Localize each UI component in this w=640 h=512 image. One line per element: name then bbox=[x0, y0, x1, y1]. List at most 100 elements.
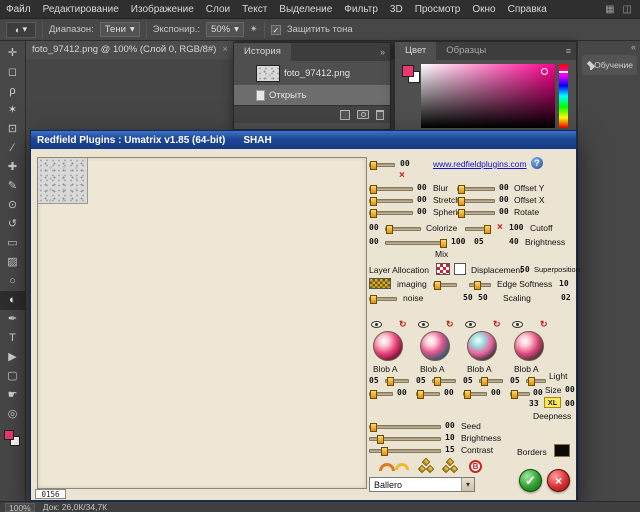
menu-window[interactable]: Окно bbox=[466, 0, 501, 19]
preset-dropdown[interactable]: Ballero ▾ bbox=[369, 477, 475, 492]
slider-handle[interactable] bbox=[386, 225, 393, 234]
airbrush-icon[interactable]: ✴ bbox=[250, 24, 258, 35]
slider-handle[interactable] bbox=[417, 390, 424, 399]
slider-handle[interactable] bbox=[370, 390, 377, 399]
imaging-texture-swatch[interactable] bbox=[369, 278, 391, 289]
blob-4-bottom-slider[interactable] bbox=[510, 392, 530, 396]
current-tool-preset[interactable]: ◐ ▾ bbox=[6, 22, 36, 38]
slider-handle[interactable] bbox=[387, 377, 394, 386]
zoom-tool[interactable]: ◎ bbox=[0, 405, 26, 424]
imaging-slider[interactable] bbox=[433, 283, 457, 287]
menu-view[interactable]: Просмотр bbox=[409, 0, 467, 19]
hand-tool[interactable]: ☛ bbox=[0, 386, 26, 405]
blob-1-top-slider[interactable] bbox=[385, 379, 409, 383]
blob-3-bottom-slider[interactable] bbox=[463, 392, 487, 396]
brush-tool[interactable]: ✎ bbox=[0, 177, 26, 196]
healing-brush-tool[interactable]: ✚ bbox=[0, 158, 26, 177]
power-icon[interactable]: ↻ bbox=[399, 320, 407, 329]
blob-preview-1[interactable] bbox=[373, 331, 403, 361]
slider-handle[interactable] bbox=[370, 197, 377, 206]
eye-icon[interactable] bbox=[418, 321, 429, 328]
panel-menu-icon[interactable]: ≡ bbox=[566, 46, 576, 56]
blob-preview-2[interactable] bbox=[420, 331, 450, 361]
foreground-color-swatch[interactable] bbox=[4, 430, 14, 440]
preview-area[interactable] bbox=[37, 157, 367, 489]
slider-handle[interactable] bbox=[370, 161, 377, 170]
color-cursor[interactable] bbox=[541, 68, 548, 75]
layer-allocation-checker-swatch[interactable] bbox=[436, 263, 450, 275]
eraser-tool[interactable]: ▭ bbox=[0, 234, 26, 253]
blob-3-top-slider[interactable] bbox=[479, 379, 503, 383]
power-icon[interactable]: ↻ bbox=[446, 320, 454, 329]
eye-icon[interactable] bbox=[465, 321, 476, 328]
slider-handle[interactable] bbox=[381, 447, 388, 456]
slider-handle[interactable] bbox=[458, 209, 465, 218]
blob-2-top-slider[interactable] bbox=[432, 379, 456, 383]
menu-select[interactable]: Выделение bbox=[273, 0, 338, 19]
magic-wand-tool[interactable]: ✶ bbox=[0, 101, 26, 120]
slider-handle[interactable] bbox=[484, 225, 491, 234]
power-icon[interactable]: ↻ bbox=[540, 320, 548, 329]
rainbow-arc-icon[interactable] bbox=[395, 463, 409, 470]
plugin-title-bar[interactable]: Redfield Plugins : Umatrix v1.85 (64-bit… bbox=[31, 131, 576, 149]
menu-type[interactable]: Текст bbox=[236, 0, 273, 19]
reset-cross-icon[interactable]: × bbox=[399, 171, 405, 181]
blur-slider[interactable] bbox=[369, 187, 413, 191]
offset-y-slider[interactable] bbox=[457, 187, 495, 191]
new-document-from-state-icon[interactable] bbox=[340, 110, 350, 120]
saturation-brightness-field[interactable] bbox=[421, 64, 555, 128]
slider-handle[interactable] bbox=[434, 281, 441, 290]
range-dropdown[interactable]: Тени ▾ bbox=[100, 22, 140, 37]
color-tab[interactable]: Цвет bbox=[395, 42, 436, 60]
layer-allocation-white-swatch[interactable] bbox=[454, 263, 466, 275]
shape-tool[interactable]: ▢ bbox=[0, 367, 26, 386]
menu-filter[interactable]: Фильтр bbox=[338, 0, 384, 19]
colorize-slider[interactable] bbox=[385, 227, 421, 231]
foreground-color-swatch[interactable] bbox=[402, 65, 414, 77]
blob-2-bottom-slider[interactable] bbox=[416, 392, 440, 396]
spheric-slider[interactable] bbox=[369, 211, 413, 215]
history-brush-tool[interactable]: ↺ bbox=[0, 215, 26, 234]
document-tab[interactable]: foto_97412.png @ 100% (Слой 0, RGB/8#) × bbox=[26, 41, 234, 59]
mix-slider[interactable] bbox=[385, 241, 447, 245]
learn-panel-button[interactable]: Обучение bbox=[582, 55, 637, 75]
cutoff-slider[interactable] bbox=[465, 227, 491, 231]
pen-tool[interactable]: ✒ bbox=[0, 310, 26, 329]
ok-button[interactable]: ✓ bbox=[519, 469, 542, 492]
noise-slider[interactable] bbox=[369, 297, 397, 301]
slider-handle[interactable] bbox=[528, 377, 535, 386]
blur-tool[interactable]: ○ bbox=[0, 272, 26, 291]
blob-preview-3[interactable] bbox=[467, 331, 497, 361]
clone-stamp-tool[interactable]: ⊙ bbox=[0, 196, 26, 215]
website-link[interactable]: www.redfieldplugins.com bbox=[433, 159, 527, 169]
history-snapshot-row[interactable]: foto_97412.png bbox=[234, 61, 390, 85]
foreground-background-swatches[interactable] bbox=[4, 430, 22, 448]
menu-edit[interactable]: Редактирование bbox=[37, 0, 125, 19]
slider-handle[interactable] bbox=[370, 423, 377, 432]
reset-cross-icon[interactable]: × bbox=[497, 223, 503, 233]
rainbow-arc-icon[interactable] bbox=[379, 463, 395, 471]
swatches-tab[interactable]: Образцы bbox=[436, 42, 496, 60]
slider-handle[interactable] bbox=[474, 281, 481, 290]
texture-thumbnail[interactable] bbox=[38, 158, 88, 204]
hue-marker[interactable] bbox=[559, 71, 568, 73]
close-icon[interactable]: × bbox=[222, 41, 228, 59]
slider-handle[interactable] bbox=[440, 239, 447, 248]
slider-handle[interactable] bbox=[370, 209, 377, 218]
seed-slider[interactable] bbox=[369, 425, 441, 429]
dodge-tool[interactable]: ◐ bbox=[0, 291, 26, 310]
marquee-tool[interactable]: ◻ bbox=[0, 63, 26, 82]
edge-softness-slider[interactable] bbox=[469, 283, 491, 287]
blob-4-top-slider[interactable] bbox=[526, 379, 546, 383]
exposure-dropdown[interactable]: 50% ▾ bbox=[206, 22, 244, 37]
brightness-slider[interactable] bbox=[369, 437, 441, 441]
slider-handle[interactable] bbox=[481, 377, 488, 386]
history-state-row[interactable]: Открыть bbox=[234, 85, 390, 105]
workspace-layout-icon[interactable]: ◫ bbox=[623, 4, 632, 15]
b-button[interactable]: B bbox=[469, 460, 482, 473]
protect-tones-checkbox[interactable]: ✓ bbox=[271, 25, 281, 35]
top-slider[interactable] bbox=[369, 163, 395, 167]
collapse-dock-icon[interactable]: « bbox=[631, 42, 636, 52]
borders-color-swatch[interactable] bbox=[554, 444, 570, 457]
workspace-grid-icon[interactable]: ▦ bbox=[605, 4, 614, 15]
